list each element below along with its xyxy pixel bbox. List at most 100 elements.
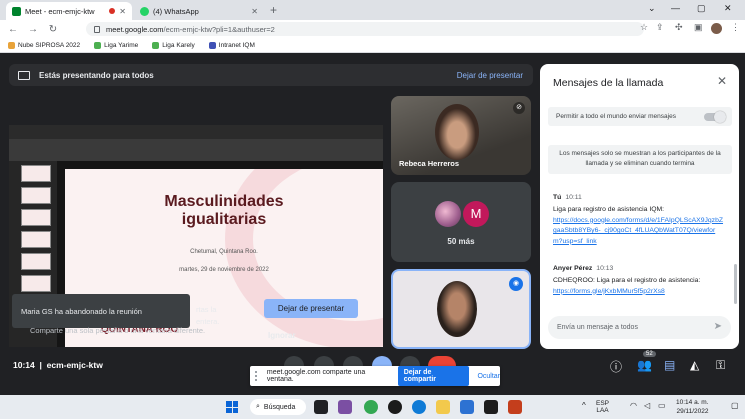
explorer-icon[interactable] — [436, 400, 450, 414]
notifications-icon[interactable]: ▢ — [731, 402, 739, 410]
new-tab-button[interactable]: + — [270, 3, 277, 17]
share-icon[interactable]: ⇪ — [656, 22, 664, 33]
message-link[interactable]: https://docs.google.com/forms/d/e/1FAIpQ… — [553, 216, 723, 248]
tab-search-icon[interactable]: ⌄ — [648, 3, 656, 14]
slide-title-line2: igualitarias — [181, 211, 267, 228]
participant-avatar — [435, 201, 461, 227]
store-icon[interactable] — [460, 400, 474, 414]
back-icon[interactable]: ← — [6, 24, 20, 35]
url-host: meet.google.com — [106, 24, 164, 34]
profile-avatar[interactable] — [711, 23, 722, 34]
info-icon[interactable]: ⓘ — [610, 358, 622, 375]
windows-taskbar: ⌕ Búsqueda ^ ESP LAA ◠ ◁ ▭ 10:14 a. m. 2… — [0, 395, 745, 419]
battery-icon[interactable]: ▭ — [658, 402, 666, 410]
bookmark-item[interactable]: Nube SIPROSA 2022 — [8, 41, 80, 49]
close-tab-icon[interactable]: ✕ — [251, 7, 258, 16]
host-controls-icon[interactable]: ⚿ — [716, 358, 725, 373]
close-icon[interactable]: ✕ — [717, 74, 727, 88]
stop-sharing-button[interactable]: Dejar de compartir — [397, 366, 470, 386]
bookmark-icon — [208, 41, 216, 49]
bookmark-label: Intranet IQM — [218, 41, 255, 49]
tab-whatsapp[interactable]: (4) WhatsApp ✕ — [134, 2, 264, 20]
slide-thumbnail — [21, 187, 51, 204]
bookmark-icon — [94, 41, 102, 49]
windows-start-icon[interactable] — [226, 401, 238, 413]
reload-icon[interactable]: ↻ — [46, 24, 60, 35]
whatsapp-icon — [140, 6, 149, 16]
menu-icon[interactable]: ⋮ — [731, 22, 740, 33]
stop-presenting-button[interactable]: Dejar de presentar — [264, 299, 358, 318]
wifi-icon[interactable]: ◠ — [630, 402, 637, 410]
message-time: 10:13 — [596, 265, 614, 272]
ppt-titlebar — [9, 125, 383, 139]
powerpoint-icon[interactable] — [508, 400, 522, 414]
hide-button[interactable]: Ocultar — [477, 373, 500, 380]
forward-icon[interactable]: → — [26, 24, 40, 35]
meeting-info: 10:14 | ecm-emjc-ktw — [13, 360, 103, 370]
participant-video — [437, 281, 477, 337]
app-icon[interactable] — [484, 400, 498, 414]
self-view-tile[interactable]: ◉ — [391, 269, 531, 349]
message-sender: Tú — [553, 194, 562, 201]
chat-message-input[interactable]: Envía un mensaje a todos ➤ — [548, 316, 731, 339]
app-icon[interactable] — [388, 400, 402, 414]
lang-line1: ESP — [596, 400, 610, 407]
message-link[interactable]: https://forms.gle/jKxbMMur5f5p2rXs8 — [553, 287, 723, 298]
sidepanel-icon[interactable]: ▣ — [694, 22, 703, 33]
volume-icon[interactable]: ◁ — [644, 402, 650, 410]
message-time: 10:11 — [565, 194, 582, 201]
participant-tile[interactable]: ⊘ Rebeca Herreros — [391, 96, 531, 175]
close-tab-icon[interactable]: ✕ — [119, 7, 126, 16]
clock-date: 29/11/2022 — [676, 408, 709, 415]
share-notification-text: meet.google.com comparte una ventana. — [266, 369, 366, 383]
participant-video — [435, 104, 479, 160]
extensions-icon[interactable]: ✣ — [675, 22, 683, 33]
maximize-icon[interactable]: ▢ — [697, 3, 706, 14]
slide-thumbnail — [21, 253, 51, 270]
chat-title: Mensajes de la llamada — [553, 77, 664, 89]
chat-icon[interactable]: ▤ — [664, 358, 675, 372]
send-icon[interactable]: ➤ — [714, 321, 722, 332]
slide-place: Chetumal, Quintana Roo. — [190, 249, 258, 255]
bookmark-icon — [152, 41, 160, 49]
bookmark-item[interactable]: Intranet IQM — [208, 41, 255, 49]
more-participants-label: 50 más — [447, 237, 475, 246]
minimize-icon[interactable]: — — [671, 3, 680, 13]
bookmark-item[interactable]: Liga Karely — [152, 41, 195, 49]
people-icon[interactable]: 👥 — [637, 358, 652, 372]
participant-left-toast: Maria GS ha abandonado la reunión — [12, 294, 190, 328]
tab-meet[interactable]: Meet - ecm-emjc-ktw ✕ — [6, 2, 132, 20]
tray-chevron-icon[interactable]: ^ — [582, 402, 586, 410]
taskbar-search[interactable]: ⌕ Búsqueda — [250, 399, 306, 415]
participant-avatar-letter: M — [463, 201, 489, 227]
star-icon[interactable]: ☆ — [640, 22, 648, 33]
ppt-ribbon — [9, 139, 383, 161]
presenting-text: Estás presentando para todos — [39, 70, 154, 80]
recording-dot-icon — [109, 8, 116, 14]
ignore-button[interactable]: Ignorar — [268, 331, 296, 340]
drag-handle-icon[interactable] — [255, 371, 261, 381]
close-window-icon[interactable]: ✕ — [724, 3, 732, 14]
chat-scrollbar[interactable] — [734, 264, 737, 304]
stop-presenting-link[interactable]: Dejar de presentar — [457, 71, 523, 80]
activities-icon[interactable]: ◭ — [690, 358, 699, 372]
language-indicator[interactable]: ESP LAA — [596, 400, 609, 414]
message-header: Anyer Pérez 10:13 — [553, 265, 613, 272]
edge-icon[interactable] — [412, 400, 426, 414]
chrome-icon[interactable] — [364, 400, 378, 414]
meet-icon — [12, 6, 21, 16]
bookmark-item[interactable]: Liga Yarime — [94, 41, 139, 49]
taskbar-clock[interactable]: 10:14 a. m. 29/11/2022 — [676, 398, 709, 416]
slide-date: martes, 29 de noviembre de 2022 — [179, 267, 269, 273]
meeting-code: ecm-emjc-ktw — [46, 360, 103, 370]
folder-icon[interactable] — [338, 400, 352, 414]
task-view-icon[interactable] — [314, 400, 328, 414]
lock-icon — [94, 25, 100, 33]
bookmark-label: Liga Yarime — [104, 41, 139, 49]
chat-notice: Los mensajes solo se muestran a los part… — [548, 145, 732, 174]
allow-messages-toggle[interactable] — [704, 111, 726, 123]
allow-messages-label: Permitir a todo el mundo enviar mensajes — [556, 113, 676, 120]
address-bar[interactable]: meet.google.com/ecm-emjc-ktw?pli=1&authu… — [86, 22, 644, 36]
more-participants-tile[interactable]: M 50 más — [391, 182, 531, 262]
allow-messages-row: Permitir a todo el mundo enviar mensajes — [548, 107, 732, 126]
